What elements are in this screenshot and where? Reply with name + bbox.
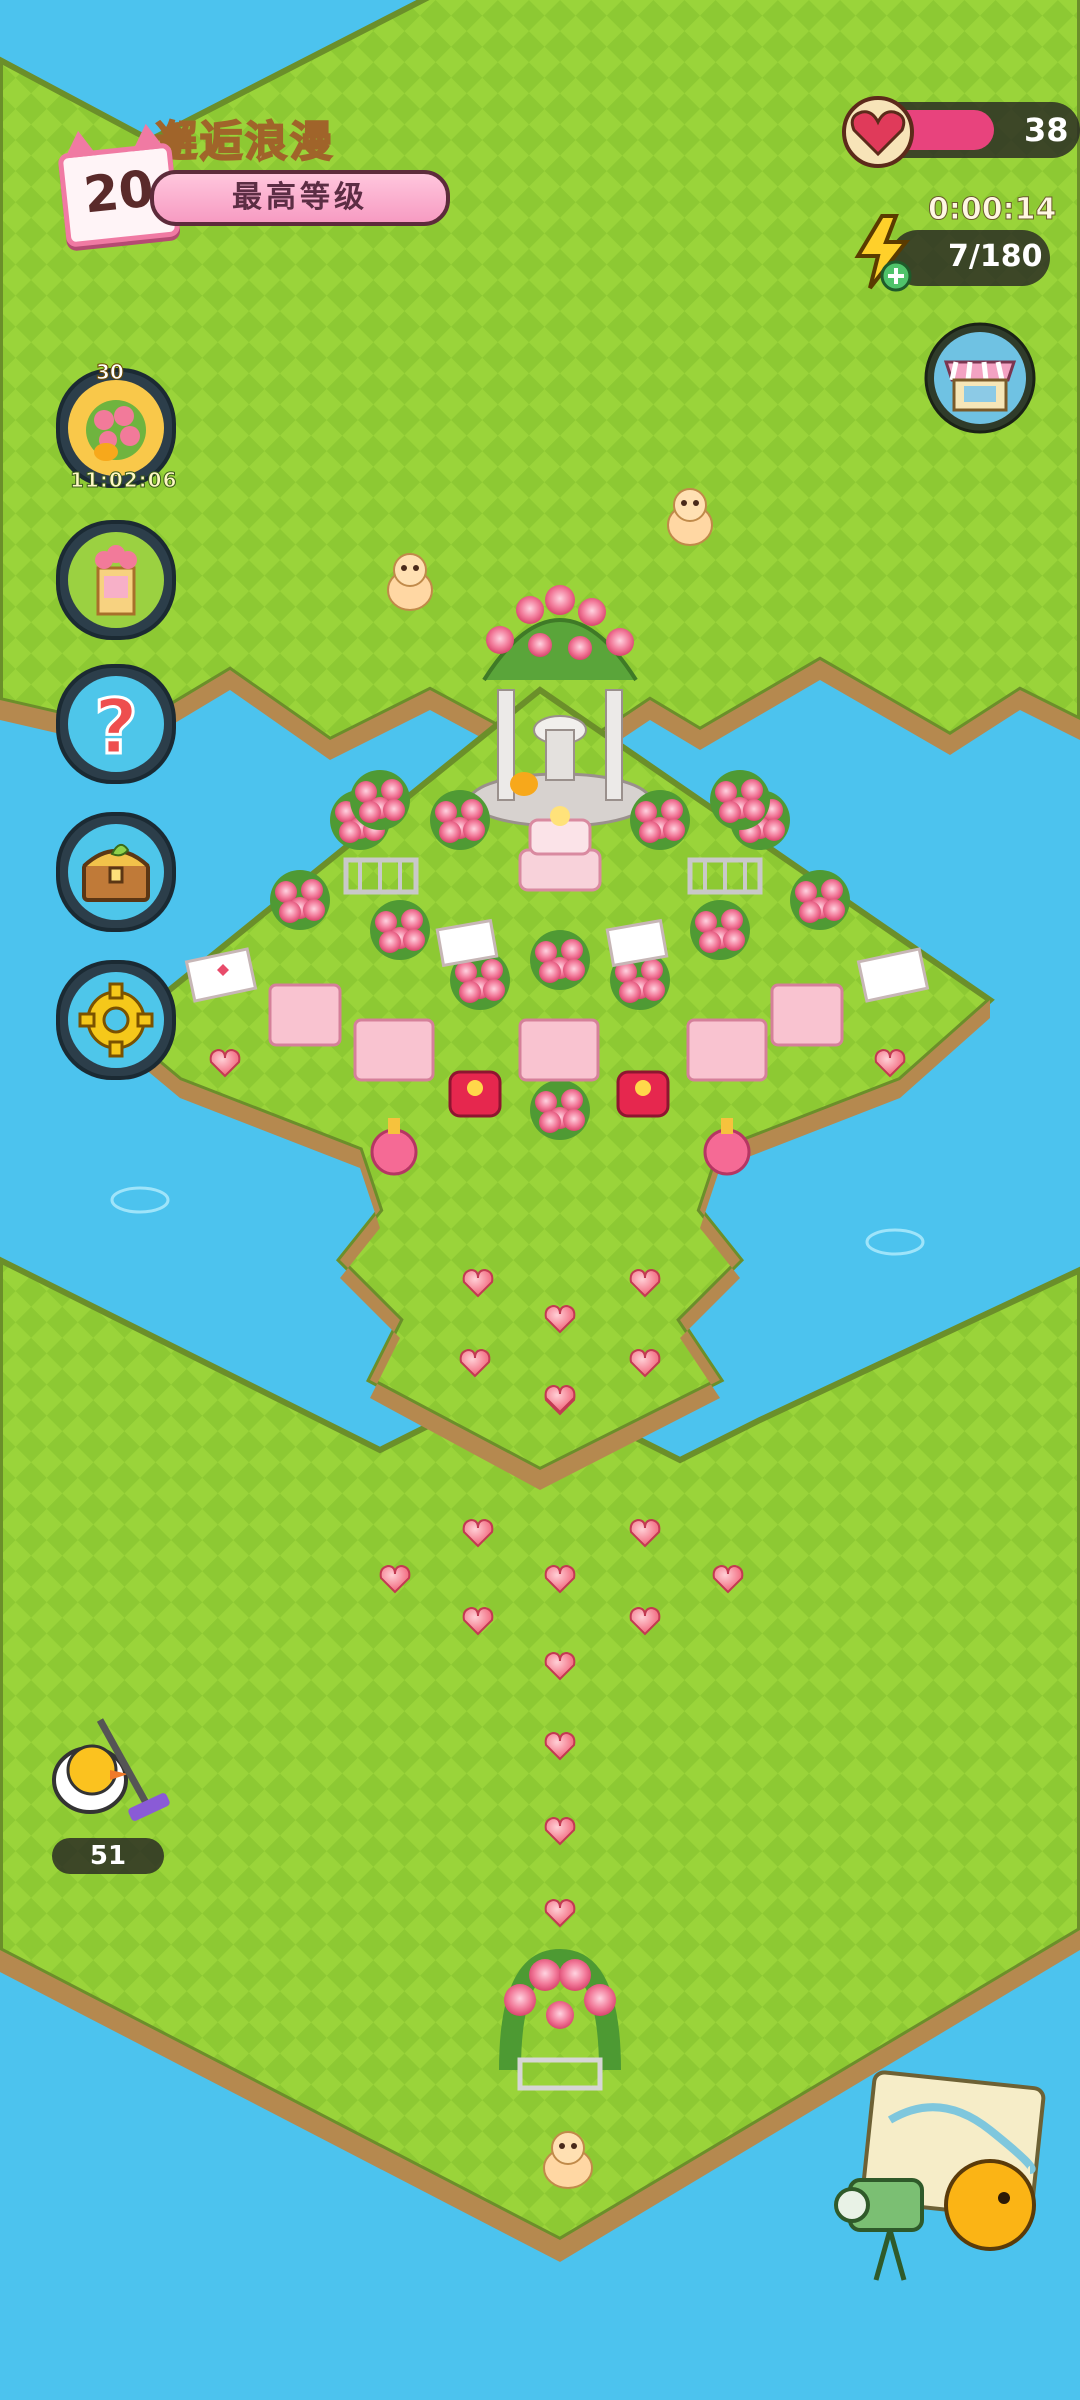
cleaner-count: 51 (52, 1838, 164, 1874)
ring-box[interactable] (448, 1070, 502, 1118)
question-icon: ? (92, 681, 139, 773)
altar-button[interactable] (56, 520, 176, 640)
heart-icon (842, 96, 914, 168)
rose-bouquet (630, 790, 690, 850)
rose-bouquet (530, 930, 590, 990)
rose-bouquet (710, 770, 770, 830)
love-letter[interactable] (435, 918, 499, 968)
settings-button[interactable] (56, 960, 176, 1080)
game-scene[interactable] (0, 0, 1080, 2400)
treasure-chest-icon (82, 843, 150, 902)
heart-count: 38 (1024, 111, 1069, 149)
rose-bouquet (790, 870, 850, 930)
help-button[interactable]: ? (56, 664, 176, 784)
gear-icon (78, 982, 154, 1058)
gift-box[interactable] (770, 983, 844, 1047)
energy-timer: 0:00:14 (927, 192, 1057, 228)
gift-box[interactable] (268, 983, 342, 1047)
event-timer: 11:02:06 (70, 468, 178, 493)
rose-bouquet (430, 790, 490, 850)
gift-box[interactable] (686, 1018, 768, 1082)
rose-bouquet (370, 900, 430, 960)
lightning-plus-icon[interactable] (848, 212, 924, 294)
love-letter[interactable] (605, 918, 669, 968)
level-status-bar: 最高等级 (150, 170, 450, 226)
event-level-badge: 30 (96, 360, 125, 385)
rose-bouquet (350, 770, 410, 830)
rose-bouquet (530, 1080, 590, 1140)
flower-altar-icon (95, 545, 137, 616)
gift-box[interactable] (518, 1018, 600, 1082)
shop-stall-icon[interactable] (924, 322, 1036, 434)
rose-bouquet (270, 870, 330, 930)
gift-box[interactable] (353, 1018, 435, 1082)
ring-box[interactable] (616, 1070, 670, 1118)
energy-count: 7/180 (948, 239, 1043, 274)
chest-button[interactable] (56, 812, 176, 932)
rose-event-icon (86, 400, 146, 461)
level-title: 邂逅浪漫 (154, 116, 336, 167)
rose-bouquet (690, 900, 750, 960)
